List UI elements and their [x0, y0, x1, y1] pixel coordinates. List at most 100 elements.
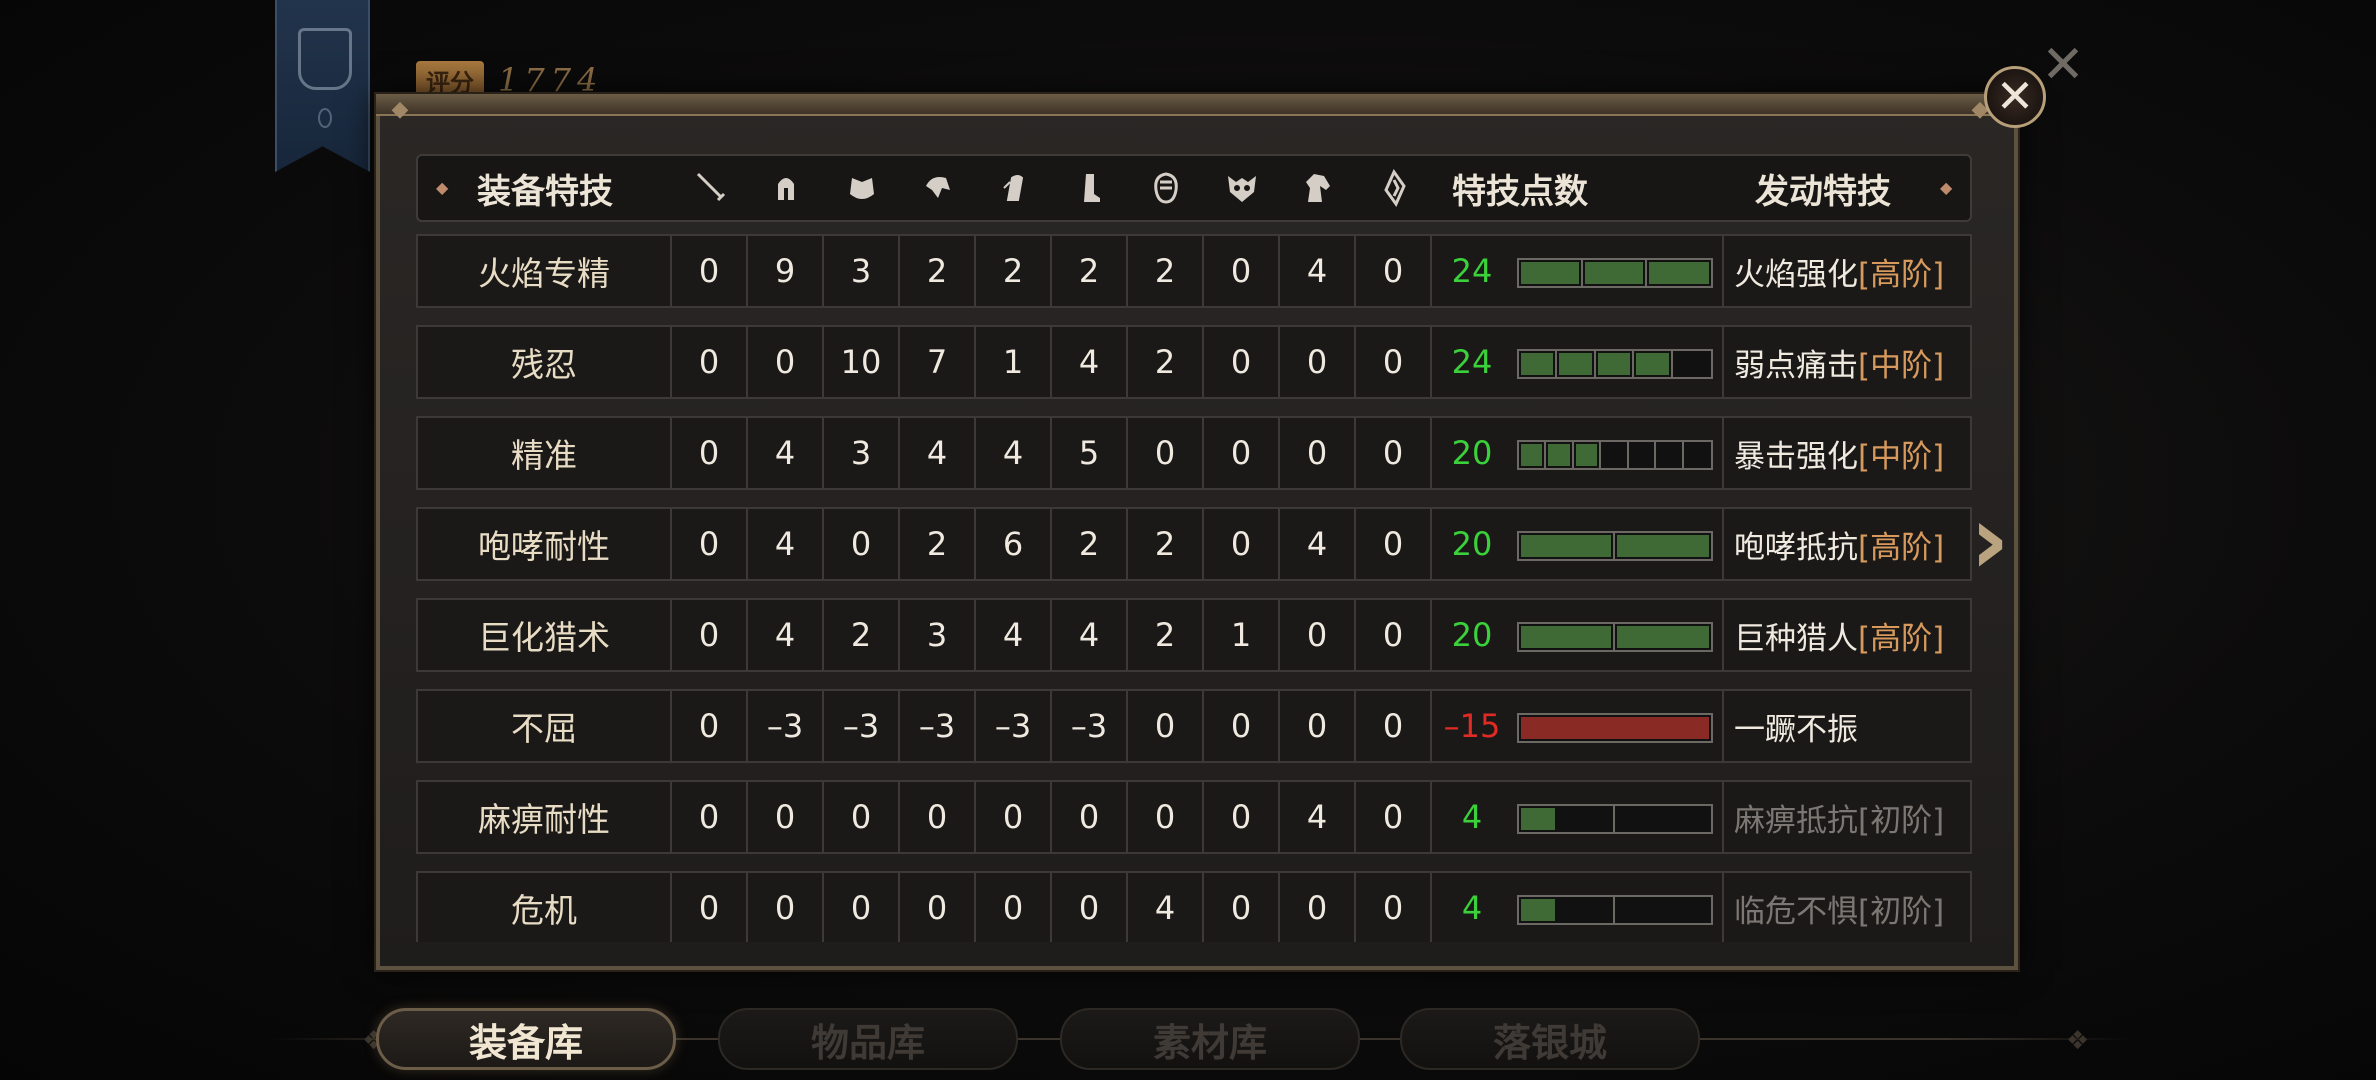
slot-value: 0	[1126, 416, 1204, 490]
bar-fill	[1521, 808, 1555, 830]
active-skill-tier: [初阶]	[1858, 893, 1945, 930]
header-ornament-icon: ◆	[1940, 178, 1953, 197]
slot-value: –3	[974, 689, 1052, 763]
bar-fill	[1521, 353, 1554, 375]
slot-value: 0	[1126, 780, 1204, 854]
tab-3[interactable]: 落银城	[1400, 1008, 1700, 1070]
pet-icon	[1306, 174, 1330, 202]
slot-value: –3	[746, 689, 824, 763]
bar-fill	[1597, 353, 1631, 375]
slot-value: 4	[746, 598, 824, 672]
slot-value: 3	[822, 234, 900, 308]
bar-segment	[1596, 351, 1635, 377]
bar-fill	[1521, 262, 1579, 284]
slot-value: 0	[746, 325, 824, 399]
slot-value: 4	[974, 416, 1052, 490]
slot-value: 0	[1354, 507, 1432, 581]
table-row[interactable]: 麻痹耐性 0 0 0 0 0 0 0 0 4 0 4 麻痹抵抗 [初阶]	[416, 780, 1972, 854]
slot-value: 4	[1126, 871, 1204, 942]
slot-header	[1204, 156, 1280, 220]
active-skill-tier: [初阶]	[1858, 802, 1945, 839]
slot-value: 0	[1354, 689, 1432, 763]
bar-segment	[1519, 715, 1711, 741]
slot-value: 0	[1278, 416, 1356, 490]
slot-header	[900, 156, 976, 220]
bar-segment	[1519, 442, 1547, 468]
bar-segment	[1647, 260, 1711, 286]
slot-header	[1052, 156, 1128, 220]
bar-segment	[1634, 351, 1673, 377]
slot-value: 0	[822, 780, 900, 854]
active-skill: 麻痹抵抗 [初阶]	[1722, 780, 1972, 854]
slot-value: 0	[1278, 325, 1356, 399]
slot-value: 10	[822, 325, 900, 399]
slot-value: 2	[974, 234, 1052, 308]
slot-value: 0	[1278, 689, 1356, 763]
slot-value: 4	[1050, 598, 1128, 672]
table-row[interactable]: 危机 0 0 0 0 0 0 4 0 0 0 4 临危不惧 [初阶]	[416, 871, 1972, 942]
slot-value: 0	[1202, 416, 1280, 490]
wing-icon	[1384, 168, 1406, 208]
slot-value: 4	[898, 416, 976, 490]
next-page-arrow-icon[interactable]: ›	[1970, 492, 2024, 588]
table-row[interactable]: 火焰专精 0 9 3 2 2 2 2 0 4 0 24 火焰强化 [高阶]	[416, 234, 1972, 308]
slot-value: 2	[1126, 325, 1204, 399]
skill-name: 残忍	[416, 325, 672, 399]
active-skill: 巨种猎人 [高阶]	[1722, 598, 1972, 672]
bar-segment	[1684, 442, 1711, 468]
slot-value: 4	[1278, 507, 1356, 581]
slot-value: 4	[1278, 780, 1356, 854]
tab-ornament-icon: ❖	[2066, 1026, 2090, 1056]
tab-2[interactable]: 素材库	[1060, 1008, 1360, 1070]
bar-segment	[1629, 442, 1657, 468]
slot-value: 0	[670, 780, 748, 854]
slot-value: 2	[898, 234, 976, 308]
slot-value: 0	[822, 507, 900, 581]
skill-name: 危机	[416, 871, 672, 942]
slot-value: 0	[746, 780, 824, 854]
slot-value: 0	[670, 325, 748, 399]
skill-name: 巨化猎术	[416, 598, 672, 672]
slot-value: 0	[670, 689, 748, 763]
guild-emblem-icon	[298, 28, 352, 90]
active-skill-name: 临危不惧	[1734, 893, 1858, 930]
slot-header	[748, 156, 824, 220]
skill-table[interactable]: 火焰专精 0 9 3 2 2 2 2 0 4 0 24 火焰强化 [高阶] 残忍 0 0 10 7 1 4 2 0 0 0 24 弱…	[416, 234, 1972, 942]
bar-segment	[1615, 624, 1711, 650]
bar-segment	[1519, 260, 1583, 286]
score-display: 评分 1774	[416, 60, 603, 100]
helmet-icon	[778, 178, 794, 200]
active-skill-name: 弱点痛击	[1734, 347, 1858, 384]
table-row[interactable]: 残忍 0 0 10 7 1 4 2 0 0 0 24 弱点痛击 [中阶]	[416, 325, 1972, 399]
corner-ornament-icon: ◆	[391, 97, 409, 122]
slot-value: 0	[1354, 871, 1432, 942]
close-button[interactable]: ✕	[1984, 66, 2046, 128]
tab-0[interactable]: 装备库	[376, 1008, 676, 1070]
bar-fill	[1521, 535, 1611, 557]
active-skill-tier: [中阶]	[1858, 347, 1945, 384]
tab-1[interactable]: 物品库	[718, 1008, 1018, 1070]
table-header: ◆ ◆ 装备特技 特技点数 发动特技	[416, 154, 1972, 222]
active-skill-tier: [中阶]	[1858, 438, 1945, 475]
active-skill: 暴击强化 [中阶]	[1722, 416, 1972, 490]
bar-segment	[1615, 806, 1711, 832]
table-row[interactable]: 不屈 0 –3 –3 –3 –3 –3 0 0 0 0 –15 一蹶不振	[416, 689, 1972, 763]
slot-value: 0	[1354, 598, 1432, 672]
bar-fill	[1521, 899, 1555, 921]
bar-segment	[1615, 897, 1711, 923]
bar-fill	[1521, 717, 1709, 739]
bar-fill	[1617, 535, 1709, 557]
table-row[interactable]: 咆哮耐性 0 4 0 2 6 2 2 0 4 0 20 咆哮抵抗 [高阶]	[416, 507, 1972, 581]
slot-value: 0	[670, 598, 748, 672]
points-progress-bar	[1517, 622, 1713, 652]
points-value: 20	[1451, 434, 1493, 472]
slot-value: 0	[670, 871, 748, 942]
active-skill-name: 咆哮抵抗	[1734, 529, 1858, 566]
slot-value: 0	[1354, 325, 1432, 399]
points-progress-bar	[1517, 804, 1713, 834]
table-row[interactable]: 巨化猎术 0 4 2 3 4 4 2 1 0 0 20 巨种猎人 [高阶]	[416, 598, 1972, 672]
table-row[interactable]: 精准 0 4 3 4 4 5 0 0 0 0 20 暴击强化 [中阶]	[416, 416, 1972, 490]
active-skill: 临危不惧 [初阶]	[1722, 871, 1972, 942]
slot-value: 0	[898, 780, 976, 854]
bar-fill	[1521, 626, 1611, 648]
